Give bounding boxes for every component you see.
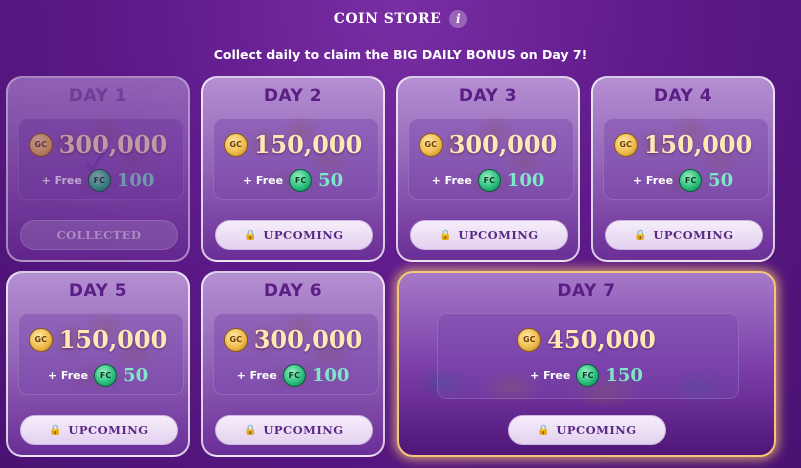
day-card-2: DAY 2 GC 150,000 + Free FC 50 🔒 UPCOMING [201,76,385,262]
button-label: UPCOMING [263,423,344,437]
fc-amount: 150 [605,365,643,386]
fc-amount: 50 [708,170,734,191]
gc-coin-icon: GC [28,327,53,352]
lock-icon: 🔒 [439,229,453,241]
free-label: + Free [530,369,571,382]
gc-amount: 450,000 [547,325,656,354]
day-label: DAY 6 [263,281,323,301]
fc-reward: + Free FC 150 [399,364,774,387]
lock-icon: 🔒 [244,229,258,241]
fc-coin-icon: FC [289,169,313,192]
fc-amount: 50 [318,170,344,191]
day-card-1: DAY 1 GC 300,000 + Free FC 100 ✓ COLLECT… [6,76,190,262]
fc-coin-icon: FC [477,169,501,192]
lock-icon: 🔒 [244,424,258,436]
collected-button: COLLECTED [20,220,178,250]
day-label: DAY 5 [68,281,128,301]
upcoming-button[interactable]: 🔒 UPCOMING [410,220,568,250]
page-title: COIN STORE [333,11,442,27]
fc-coin-icon: FC [576,364,600,387]
fc-reward: + Free FC 50 [8,364,188,387]
day-label: DAY 4 [653,86,713,106]
gc-amount: 150,000 [643,130,753,159]
header: COIN STORE i [0,8,801,30]
day-label: DAY 2 [263,86,323,106]
free-label: + Free [431,174,472,187]
lock-icon: 🔒 [537,424,551,436]
button-label: UPCOMING [263,228,344,242]
gc-reward: GC 150,000 [203,130,383,159]
upcoming-button[interactable]: 🔒 UPCOMING [605,220,763,250]
fc-amount: 100 [311,365,350,386]
lock-icon: 🔒 [634,229,648,241]
fc-amount: 50 [123,365,149,386]
info-icon[interactable]: i [449,10,468,28]
gc-coin-icon: GC [28,132,53,157]
fc-reward: + Free FC 50 [593,169,773,192]
fc-amount: 100 [116,170,155,191]
gc-reward: GC 300,000 [203,325,383,354]
button-label: UPCOMING [653,228,734,242]
gc-amount: 150,000 [58,325,168,354]
button-label: UPCOMING [458,228,539,242]
gc-coin-icon: GC [418,132,443,157]
fc-coin-icon: FC [94,364,118,387]
gc-amount: 150,000 [253,130,363,159]
button-label: UPCOMING [556,423,637,437]
subtitle: Collect daily to claim the BIG DAILY BON… [213,47,588,62]
day-card-5: DAY 5 GC 150,000 + Free FC 50 🔒 UPCOMING [6,271,190,457]
fc-coin-icon: FC [679,169,703,192]
free-label: + Free [242,174,284,187]
upcoming-button[interactable]: 🔒 UPCOMING [215,415,373,445]
gc-amount: 300,000 [253,325,363,354]
button-label: UPCOMING [68,423,149,437]
free-label: + Free [632,174,674,187]
gc-reward: GC 150,000 [593,130,773,159]
fc-reward: + Free FC 100 [398,169,578,192]
gc-reward: GC 450,000 [399,325,774,354]
lock-icon: 🔒 [49,424,63,436]
fc-amount: 100 [506,170,545,191]
upcoming-button[interactable]: 🔒 UPCOMING [20,415,178,445]
free-label: + Free [236,369,277,382]
fc-coin-icon: FC [282,364,306,387]
free-label: + Free [47,369,89,382]
free-label: + Free [41,174,82,187]
day-card-3: DAY 3 GC 300,000 + Free FC 100 🔒 UPCOMIN… [396,76,580,262]
gc-coin-icon: GC [223,327,248,352]
day-card-6: DAY 6 GC 300,000 + Free FC 100 🔒 UPCOMIN… [201,271,385,457]
fc-reward: + Free FC 50 [203,169,383,192]
gc-amount: 300,000 [448,130,558,159]
day-card-4: DAY 4 GC 150,000 + Free FC 50 🔒 UPCOMING [591,76,775,262]
upcoming-button[interactable]: 🔒 UPCOMING [215,220,373,250]
day-label: DAY 1 [68,86,128,106]
gc-reward: GC 150,000 [8,325,188,354]
day-card-7: DAY 7 GC 450,000 + Free FC 150 🔒 UPCOMIN… [397,271,776,457]
gc-reward: GC 300,000 [398,130,578,159]
check-icon: ✓ [79,136,117,187]
gc-coin-icon: GC [517,327,542,352]
gc-coin-icon: GC [223,132,248,157]
upcoming-button[interactable]: 🔒 UPCOMING [508,415,666,445]
button-label: COLLECTED [56,228,142,242]
day-label: DAY 3 [458,86,518,106]
day-label: DAY 7 [557,281,616,301]
fc-reward: + Free FC 100 [203,364,383,387]
gc-coin-icon: GC [613,132,638,157]
